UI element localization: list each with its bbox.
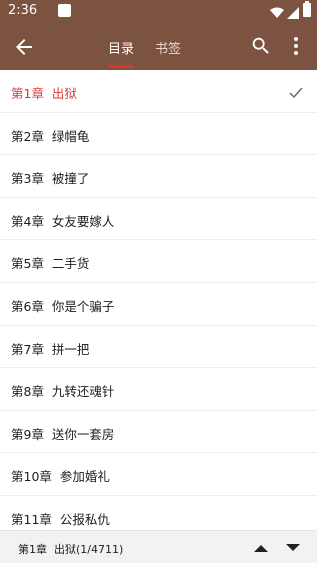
chapter-row[interactable]: 第9章 送你一套房 [0,411,317,454]
back-arrow-icon[interactable] [12,35,36,59]
chapter-title: 第1章 出狱 [11,86,77,101]
status-bar: 2:36 [0,0,317,24]
chapter-title: 第10章 参加婚礼 [11,469,110,485]
chapter-title: 第2章 绿帽龟 [11,128,90,144]
notification-app-icon [58,4,71,17]
app-header: 2:36 目录 书签 [0,0,317,70]
toolbar: 目录 书签 [0,24,317,70]
bottom-bar: 第1章 出狱(1/4711) [0,530,317,563]
arrow-up-icon[interactable] [252,540,270,554]
check-icon [289,84,303,99]
chapter-row[interactable]: 第11章 公报私仇 [0,496,317,530]
more-vert-icon[interactable] [286,35,306,57]
chapter-title: 第8章 九转还魂针 [11,384,115,400]
chapter-row[interactable]: 第8章 九转还魂针 [0,368,317,411]
arrow-down-icon[interactable] [284,540,302,554]
chapter-title: 第7章 拼一把 [11,341,90,357]
chapter-row[interactable]: 第6章 你是个骗子 [0,283,317,326]
chapter-list: 第1章 出狱 第2章 绿帽龟 第3章 被撞了 第4章 女友要嫁人 第5章 二手货… [0,70,317,530]
chapter-title: 第9章 送你一套房 [11,426,115,442]
search-icon[interactable] [250,35,272,57]
chapter-row-current[interactable]: 第1章 出狱 [0,70,317,113]
battery-icon [303,1,311,17]
status-time: 2:36 [8,3,38,18]
chapter-row[interactable]: 第3章 被撞了 [0,155,317,198]
chapter-row[interactable]: 第5章 二手货 [0,240,317,283]
chapter-title: 第4章 女友要嫁人 [11,213,115,229]
tab-bookmarks[interactable]: 书签 [155,38,181,57]
chapter-title: 第11章 公报私仇 [11,511,110,527]
chapter-title: 第3章 被撞了 [11,171,90,187]
signal-icon [287,4,299,23]
chapter-row[interactable]: 第10章 参加婚礼 [0,453,317,496]
wifi-icon [270,4,284,23]
chapter-title: 第6章 你是个骗子 [11,298,115,314]
chapter-row[interactable]: 第4章 女友要嫁人 [0,198,317,241]
active-tab-indicator [108,65,134,68]
current-position-label: 第1章 出狱(1/4711) [18,543,124,556]
chapter-row[interactable]: 第2章 绿帽龟 [0,113,317,156]
chapter-title: 第5章 二手货 [11,256,90,272]
tab-toc[interactable]: 目录 [108,38,134,57]
chapter-row[interactable]: 第7章 拼一把 [0,326,317,369]
